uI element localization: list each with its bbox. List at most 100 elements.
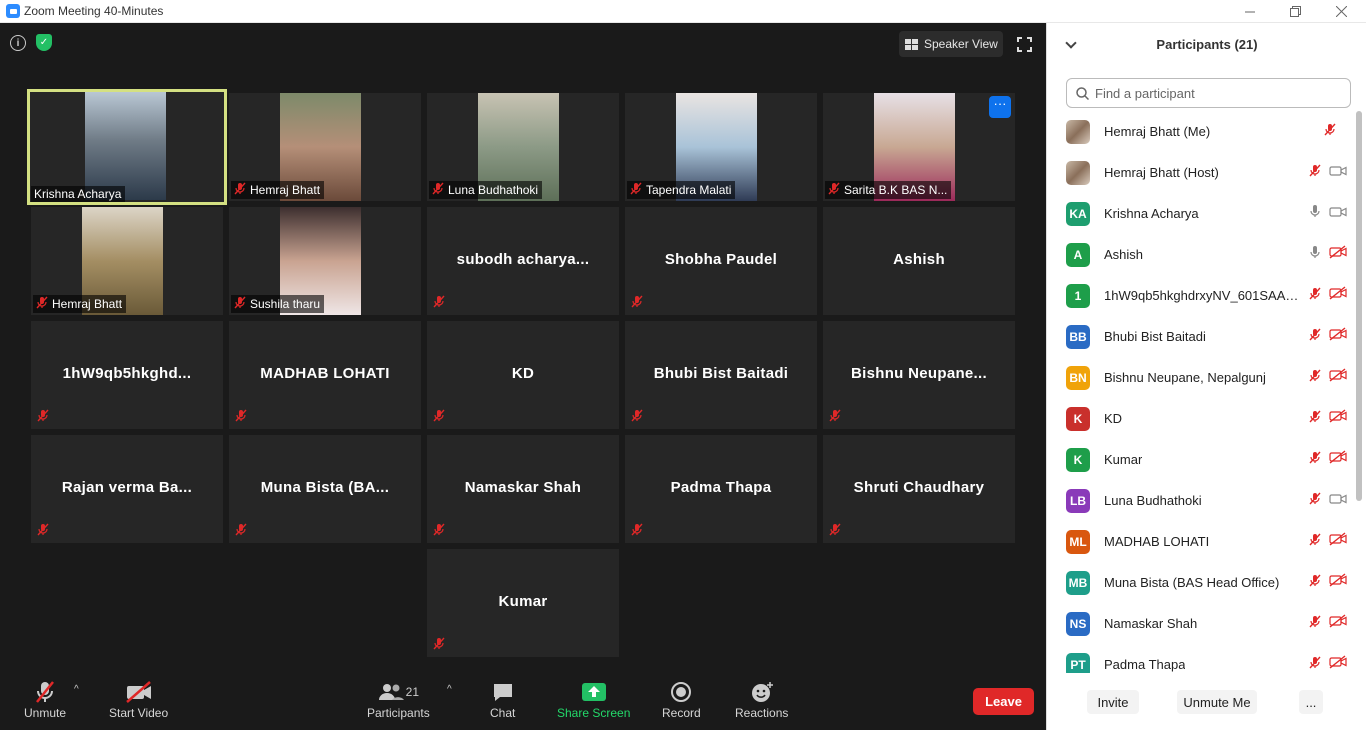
audio-options-caret-icon[interactable]: ^ (74, 684, 79, 695)
video-tile[interactable]: Shruti Chaudhary (823, 435, 1015, 543)
avatar: MB (1066, 570, 1090, 595)
tile-participant-name: Luna Budhathoki (448, 183, 539, 197)
avatar: PT (1066, 652, 1090, 673)
video-tile[interactable]: Ashish (823, 207, 1015, 315)
leave-button[interactable]: Leave (973, 688, 1034, 715)
security-shield-icon[interactable]: ✓ (36, 34, 52, 51)
unmute-button[interactable]: Unmute (24, 678, 66, 720)
video-tile[interactable]: 1hW9qb5hkghd... (31, 321, 223, 429)
participant-row[interactable]: MB Muna Bista (BAS Head Office) (1047, 562, 1357, 603)
tile-more-options-button[interactable]: ··· (989, 96, 1011, 118)
microphone-muted-icon (1309, 492, 1321, 510)
participant-row[interactable]: 1 1hW9qb5hkghdrxyNV_601SAAA... (1047, 275, 1357, 316)
participant-row[interactable]: K Kumar (1047, 439, 1357, 480)
participant-row[interactable]: BB Bhubi Bist Baitadi (1047, 316, 1357, 357)
participant-status-icons (1324, 123, 1336, 141)
participant-row[interactable]: K KD (1047, 398, 1357, 439)
video-tile[interactable]: Shobha Paudel (625, 207, 817, 315)
tile-name-label: Krishna Acharya (31, 186, 126, 202)
meeting-toolbar: Unmute ^ Start Video 21 Participants ^ C… (0, 672, 1046, 730)
participant-search-box[interactable] (1066, 78, 1351, 108)
chat-icon (491, 678, 515, 706)
tile-participant-name: Muna Bista (BA... (260, 479, 390, 496)
video-tile[interactable]: Namaskar Shah (427, 435, 619, 543)
video-tile[interactable]: Krishna Acharya (27, 89, 227, 205)
video-tile[interactable]: Sarita B.K BAS N... (823, 93, 1015, 201)
microphone-muted-icon (1309, 574, 1321, 592)
tile-name-label: Tapendra Malati (627, 181, 736, 199)
reactions-button[interactable]: Reactions (735, 678, 788, 720)
title-bar: Zoom Meeting 40-Minutes (0, 0, 1366, 23)
microphone-muted-icon (433, 523, 445, 536)
microphone-muted-icon (1309, 410, 1321, 428)
video-tile[interactable]: Sushila tharu (229, 207, 421, 315)
video-tile[interactable]: Bhubi Bist Baitadi (625, 321, 817, 429)
video-tile[interactable]: Bishnu Neupane... (823, 321, 1015, 429)
start-video-button[interactable]: Start Video (109, 678, 168, 720)
video-tile[interactable]: subodh acharya... (427, 207, 619, 315)
participant-name: Luna Budhathoki (1104, 493, 1202, 508)
participant-row[interactable]: Hemraj Bhatt (Me) (1047, 111, 1357, 152)
video-tile[interactable]: Hemraj Bhatt (229, 93, 421, 201)
participant-row[interactable]: LB Luna Budhathoki (1047, 480, 1357, 521)
participant-list-scrollbar[interactable] (1356, 111, 1362, 501)
participant-name: Bhubi Bist Baitadi (1104, 329, 1206, 344)
avatar (1066, 160, 1090, 185)
participant-name: Ashish (1104, 247, 1144, 262)
microphone-muted-icon (234, 182, 246, 198)
video-tile[interactable]: Hemraj Bhatt (31, 207, 223, 315)
reactions-label: Reactions (735, 706, 789, 720)
meeting-info-icon[interactable]: i (10, 35, 26, 51)
video-tile[interactable]: Muna Bista (BA... (229, 435, 421, 543)
microphone-muted-icon (829, 523, 841, 536)
participants-button[interactable]: 21 Participants (367, 678, 430, 720)
share-screen-button[interactable]: Share Screen (557, 678, 630, 720)
participants-icon: 21 (378, 678, 419, 706)
record-button[interactable]: Record (662, 678, 701, 720)
chat-label: Chat (490, 706, 516, 720)
participant-row[interactable]: A Ashish (1047, 234, 1357, 275)
fullscreen-icon[interactable] (1016, 36, 1033, 53)
chat-button[interactable]: Chat (490, 678, 515, 720)
speaker-view-button[interactable]: Speaker View (899, 31, 1003, 57)
tile-name-label: Hemraj Bhatt (33, 295, 127, 313)
participant-row[interactable]: NS Namaskar Shah (1047, 603, 1357, 644)
avatar: K (1066, 447, 1090, 472)
microphone-muted-icon (433, 409, 445, 422)
invite-button[interactable]: Invite (1087, 690, 1139, 714)
participant-search-input[interactable] (1095, 85, 1335, 101)
unmute-me-button[interactable]: Unmute Me (1177, 690, 1257, 714)
participant-row[interactable]: Hemraj Bhatt (Host) (1047, 152, 1357, 193)
microphone-muted-icon (432, 182, 444, 198)
video-tile[interactable]: Tapendra Malati (625, 93, 817, 201)
participant-row[interactable]: ML MADHAB LOHATI (1047, 521, 1357, 562)
participant-status-icons (1309, 492, 1347, 510)
participant-name: 1hW9qb5hkghdrxyNV_601SAAA... (1104, 288, 1299, 303)
video-tile[interactable]: Luna Budhathoki (427, 93, 619, 201)
tile-participant-name: Kumar (498, 593, 548, 610)
participants-options-caret-icon[interactable]: ^ (447, 684, 452, 695)
participant-status-icons (1309, 245, 1347, 264)
minimize-button[interactable] (1227, 0, 1273, 23)
participant-row[interactable]: KA Krishna Acharya (1047, 193, 1357, 234)
participant-row[interactable]: BN Bishnu Neupane, Nepalgunj (1047, 357, 1357, 398)
participant-status-icons (1309, 655, 1347, 673)
video-tile[interactable]: Rajan verma Ba... (31, 435, 223, 543)
participant-status-icons (1309, 614, 1347, 633)
avatar: KA (1066, 201, 1090, 226)
tile-name-label: Sushila tharu (231, 295, 325, 313)
participant-status-icons (1309, 204, 1347, 223)
video-tile[interactable]: KD (427, 321, 619, 429)
video-off-icon (1329, 368, 1347, 387)
participant-row[interactable]: PT Padma Thapa (1047, 644, 1357, 673)
tile-participant-name: Rajan verma Ba... (61, 479, 193, 496)
close-button[interactable] (1318, 0, 1364, 23)
panel-more-button[interactable]: ... (1299, 690, 1323, 714)
participant-name: KD (1104, 411, 1123, 426)
video-tile[interactable]: Padma Thapa (625, 435, 817, 543)
microphone-muted-icon (433, 295, 445, 308)
video-tile[interactable]: MADHAB LOHATI (229, 321, 421, 429)
video-tile[interactable]: Kumar (427, 549, 619, 657)
restore-button[interactable] (1272, 0, 1318, 23)
avatar: 1 (1066, 283, 1090, 308)
